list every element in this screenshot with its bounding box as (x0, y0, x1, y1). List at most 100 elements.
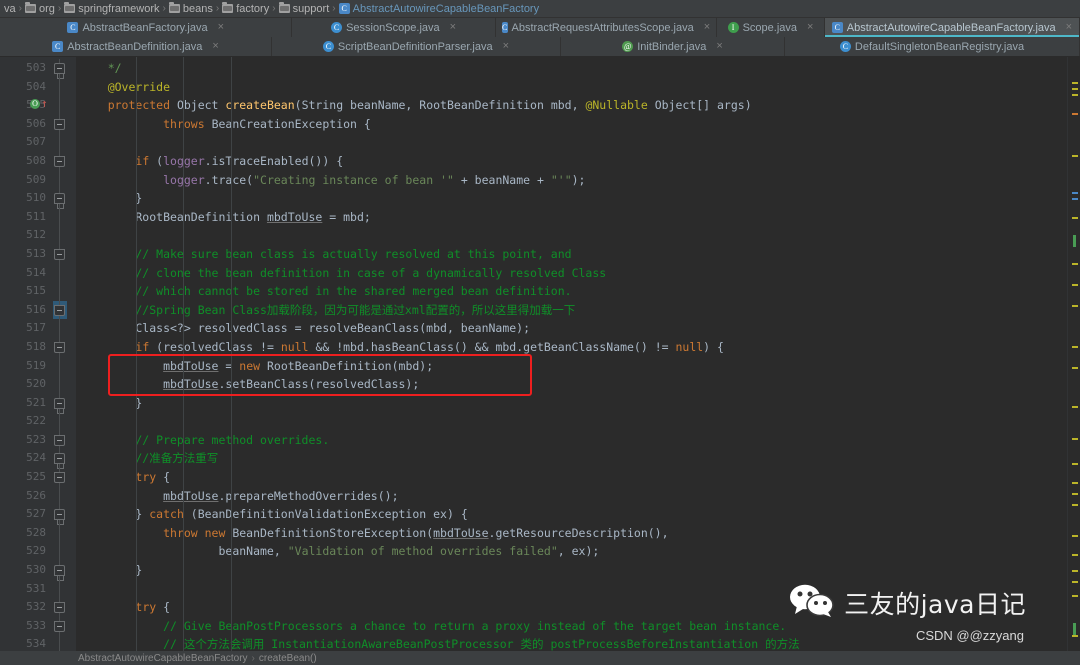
code-line-503[interactable]: */ (76, 59, 1080, 78)
marker-orange-3[interactable] (1072, 113, 1078, 115)
tab-close-icon[interactable]: × (716, 41, 722, 52)
gutter-line-528[interactable]: 528 (0, 523, 76, 543)
fold-toggle-icon[interactable] (54, 434, 65, 446)
gutter-line-529[interactable]: 529 (0, 542, 76, 562)
gutter-line-521[interactable]: 521 (0, 393, 76, 414)
code-line-516[interactable]: //Spring Bean Class加载阶段，因为可能是通过xml配置的，所以… (76, 301, 1080, 320)
code-line-525[interactable]: try { (76, 468, 1080, 487)
editor-gutter[interactable]: 503 504 O↑505506 507 508 509 510 511 512 513 514 51… (0, 57, 76, 665)
marker-warning-23[interactable] (1072, 581, 1078, 583)
marker-blue-5[interactable] (1072, 192, 1078, 194)
marker-green-25[interactable] (1073, 623, 1076, 635)
fold-toggle-icon[interactable] (54, 118, 65, 130)
gutter-line-526[interactable]: 526 (0, 486, 76, 506)
marker-warning-14[interactable] (1072, 406, 1078, 408)
tab-close-icon[interactable]: × (503, 41, 509, 52)
marker-warning-15[interactable] (1072, 438, 1078, 440)
marker-warning-20[interactable] (1072, 535, 1078, 537)
code-line-531[interactable] (76, 580, 1080, 599)
gutter-line-506[interactable]: 506 (0, 114, 76, 134)
fold-toggle-icon[interactable] (54, 472, 65, 484)
fold-toggle-icon[interactable] (54, 453, 65, 470)
marker-warning-9[interactable] (1072, 263, 1078, 265)
gutter-line-511[interactable]: 511 (0, 207, 76, 227)
fold-toggle-icon[interactable] (54, 620, 65, 632)
code-line-522[interactable] (76, 412, 1080, 431)
code-line-510[interactable]: } (76, 189, 1080, 208)
gutter-line-517[interactable]: 517 (0, 319, 76, 338)
tab-close-icon[interactable]: × (212, 41, 218, 52)
code-line-511[interactable]: RootBeanDefinition mbdToUse = mbd; (76, 208, 1080, 227)
marker-warning-10[interactable] (1072, 284, 1078, 286)
code-line-526[interactable]: mbdToUse.prepareMethodOverrides(); (76, 487, 1080, 506)
marker-warning-18[interactable] (1072, 493, 1078, 495)
fold-toggle-icon[interactable] (54, 304, 65, 316)
tab-close-icon[interactable]: × (218, 22, 224, 33)
code-line-527[interactable]: } catch (BeanDefinitionValidationExcepti… (76, 505, 1080, 524)
tab-abstractbeanfactory[interactable]: C AbstractBeanFactory.java × (0, 18, 293, 37)
tab-scope[interactable]: I Scope.java × (717, 18, 825, 37)
gutter-line-531[interactable]: 531 (0, 579, 76, 599)
marker-warning-2[interactable] (1072, 94, 1078, 96)
tab-scriptbeandefinitionparser[interactable]: C ScriptBeanDefinitionParser.java × (272, 37, 561, 56)
code-line-517[interactable]: Class<?> resolvedClass = resolveBeanClas… (76, 319, 1080, 338)
fold-toggle-icon[interactable] (54, 602, 65, 614)
breadcrumb-item-va[interactable]: va (2, 3, 18, 15)
error-marker-bar[interactable] (1067, 57, 1080, 665)
marker-warning-24[interactable] (1072, 595, 1078, 597)
gutter-line-509[interactable]: 509 (0, 170, 76, 190)
code-line-533[interactable]: // Give BeanPostProcessors a chance to r… (76, 617, 1080, 636)
code-line-532[interactable]: try { (76, 598, 1080, 617)
marker-warning-21[interactable] (1072, 554, 1078, 556)
marker-warning-12[interactable] (1072, 346, 1078, 348)
gutter-line-532[interactable]: 532 (0, 598, 76, 617)
code-line-507[interactable] (76, 133, 1080, 152)
code-line-528[interactable]: throw new BeanDefinitionStoreException(m… (76, 524, 1080, 543)
code-line-519[interactable]: mbdToUse = new RootBeanDefinition(mbd); (76, 357, 1080, 376)
fold-toggle-icon[interactable] (54, 397, 65, 414)
code-line-521[interactable]: } (76, 394, 1080, 413)
marker-warning-13[interactable] (1072, 367, 1078, 369)
code-line-530[interactable]: } (76, 561, 1080, 580)
fold-toggle-icon[interactable] (54, 63, 65, 79)
tab-abstractbeandefinition[interactable]: C AbstractBeanDefinition.java × (0, 37, 272, 56)
gutter-line-510[interactable]: 510 (0, 189, 76, 210)
breadcrumb-item-factory[interactable]: factory (220, 2, 271, 15)
code-line-506[interactable]: throws BeanCreationException { (76, 115, 1080, 134)
code-line-518[interactable]: if (resolvedClass != null && !mbd.hasBea… (76, 338, 1080, 357)
override-marker[interactable]: O ↑ (30, 98, 48, 110)
marker-warning-11[interactable] (1072, 305, 1078, 307)
fold-toggle-icon[interactable] (54, 341, 65, 353)
marker-warning-26[interactable] (1072, 635, 1078, 637)
tab-close-icon[interactable]: × (807, 22, 813, 33)
marker-warning-0[interactable] (1072, 82, 1078, 84)
fold-toggle-icon[interactable] (54, 193, 65, 210)
marker-warning-22[interactable] (1072, 570, 1078, 572)
code-line-520[interactable]: mbdToUse.setBeanClass(resolvedClass); (76, 375, 1080, 394)
tab-close-icon[interactable]: × (450, 22, 456, 33)
breadcrumb-item-org[interactable]: org (23, 2, 57, 15)
code-line-515[interactable]: // which cannot be stored in the shared … (76, 282, 1080, 301)
gutter-line-505[interactable]: O↑505 (0, 96, 76, 115)
code-editor[interactable]: 503 504 O↑505506 507 508 509 510 511 512 513 514 51… (0, 57, 1080, 665)
breadcrumb-item-abstractautowirecapablebeanfactory[interactable]: C AbstractAutowireCapableBeanFactory (337, 3, 541, 15)
gutter-line-518[interactable]: 518 (0, 337, 76, 357)
gutter-line-508[interactable]: 508 (0, 151, 76, 171)
code-line-514[interactable]: // clone the bean definition in case of … (76, 264, 1080, 283)
code-line-508[interactable]: if (logger.isTraceEnabled()) { (76, 152, 1080, 171)
breadcrumb-item-support[interactable]: support (277, 2, 332, 15)
gutter-line-514[interactable]: 514 (0, 263, 76, 283)
code-line-512[interactable] (76, 226, 1080, 245)
code-line-523[interactable]: // Prepare method overrides. (76, 431, 1080, 450)
gutter-line-524[interactable]: 524 (0, 449, 76, 470)
marker-warning-16[interactable] (1072, 463, 1078, 465)
status-breadcrumb[interactable]: AbstractAutowireCapableBeanFactory › cre… (0, 651, 1080, 665)
gutter-line-522[interactable]: 522 (0, 412, 76, 431)
marker-warning-19[interactable] (1072, 504, 1078, 506)
tab-initbinder[interactable]: @ InitBinder.java × (561, 37, 785, 56)
tab-sessionscope[interactable]: C SessionScope.java × (292, 18, 496, 37)
gutter-line-523[interactable]: 523 (0, 430, 76, 450)
gutter-line-527[interactable]: 527 (0, 505, 76, 526)
marker-warning-7[interactable] (1072, 217, 1078, 219)
code-line-509[interactable]: logger.trace("Creating instance of bean … (76, 171, 1080, 190)
